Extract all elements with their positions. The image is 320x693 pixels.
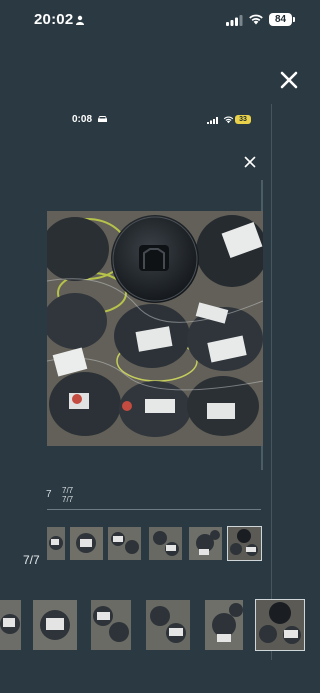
inner-close-icon (244, 156, 256, 168)
screen: { "status_bar": { "time": "20:02", "batt… (0, 0, 320, 693)
scroll-track (271, 104, 272, 660)
inner-thumbnail (189, 527, 222, 560)
person-icon (76, 15, 84, 25)
battery-icon: 84 (269, 13, 292, 26)
inner-counter: 7 (46, 489, 52, 500)
inner-thumbnail (149, 527, 182, 560)
image-counter: 7/7 (23, 553, 40, 567)
thumbnail-2[interactable] (33, 600, 77, 650)
signal-icon (226, 15, 243, 26)
inner-counter-top: 7/7 (62, 486, 74, 495)
inner-thumbnail (70, 527, 103, 560)
thumbnail-4[interactable] (146, 600, 190, 650)
thumbnail-5[interactable] (205, 600, 243, 650)
inner-status-time: 0:08 (72, 114, 93, 125)
parts-photo-image (47, 211, 263, 446)
inner-wifi-icon (223, 116, 234, 124)
inner-counter-stack: 7/7 7/7 (62, 486, 73, 504)
inner-divider (47, 509, 261, 510)
main-photo[interactable] (47, 211, 263, 446)
inner-thumbnail (108, 527, 141, 560)
inner-thumbnail (47, 527, 65, 560)
status-time: 20:02 (34, 11, 74, 28)
battery-nub (293, 17, 295, 22)
inner-counter-bottom: 7/7 (62, 495, 74, 504)
thumbnail-3[interactable] (91, 600, 131, 650)
inner-signal-icon (207, 117, 218, 124)
inner-battery-icon: 33 (235, 115, 251, 124)
wifi-icon (249, 14, 263, 25)
close-icon[interactable] (279, 70, 299, 90)
car-icon (98, 116, 107, 122)
inner-thumbnail-selected (227, 526, 262, 561)
thumbnail-6-selected[interactable] (255, 599, 305, 651)
thumbnail-1[interactable] (0, 600, 21, 650)
